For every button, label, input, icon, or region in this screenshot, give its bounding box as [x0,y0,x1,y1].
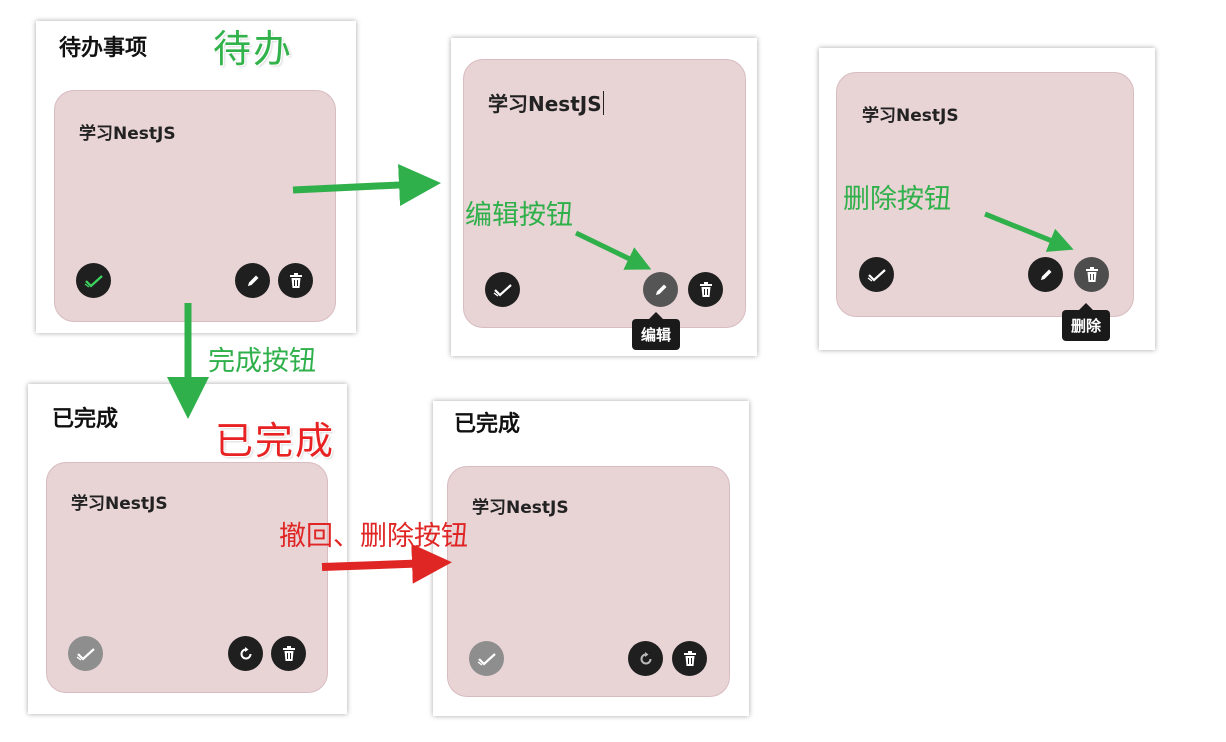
pencil-icon [655,284,666,295]
trash-icon [282,646,295,661]
annotation-todo: 待办 [213,27,294,71]
todo-panel: 待办事项 学习NestJS [36,21,356,333]
delete-button[interactable] [688,272,723,307]
done-card-b: 学习NestJS [447,466,730,697]
panel-title: 已完成 [52,407,119,432]
card-text: 学习NestJS [79,124,176,144]
complete-button-disabled [469,641,504,676]
complete-button[interactable] [485,272,520,307]
complete-button-disabled [68,636,103,671]
pencil-icon [1040,269,1051,280]
edit-button[interactable] [1028,257,1063,292]
done-card-a: 学习NestJS [46,462,328,693]
delete-button[interactable] [1074,257,1109,292]
panel-title: 待办事项 [59,36,148,61]
trash-icon [683,651,696,666]
trash-icon [1085,267,1098,282]
trash-icon [289,273,302,288]
annotation-complete-button: 完成按钮 [208,346,316,377]
todo-card: 学习NestJS [54,90,336,322]
annotation-done: 已完成 [215,419,336,463]
annotation-delete-button: 删除按钮 [843,184,951,215]
panel-title: 已完成 [454,412,521,437]
annotation-edit-button: 编辑按钮 [465,200,573,231]
card-text: 学习NestJS [862,106,959,126]
card-text-input[interactable]: 学习NestJS [488,88,604,117]
undo-icon [640,651,651,664]
edit-button[interactable] [235,263,270,298]
card-text: 学习NestJS [488,92,602,116]
delete-tooltip: 删除 [1062,303,1111,341]
done-panel-b: 已完成 学习NestJS [433,401,749,716]
undo-icon [240,646,251,659]
check-icon [493,283,512,297]
check-icon [867,268,886,282]
undo-button[interactable] [228,636,263,671]
complete-button[interactable] [859,257,894,292]
text-caret [602,91,604,115]
pencil-icon [247,275,258,286]
check-icon [76,647,95,661]
undo-button[interactable] [628,641,663,676]
edit-tooltip: 编辑 [632,312,681,350]
card-text: 学习NestJS [472,498,569,518]
check-icon [84,274,103,288]
trash-icon [699,282,712,297]
annotation-undo-delete-buttons: 撤回、删除按钮 [279,521,468,552]
delete-button[interactable] [278,263,313,298]
card-text: 学习NestJS [71,494,168,514]
edit-button[interactable] [643,272,678,307]
complete-button[interactable] [76,263,111,298]
delete-button[interactable] [672,641,707,676]
check-icon [477,652,496,666]
delete-button[interactable] [271,636,306,671]
